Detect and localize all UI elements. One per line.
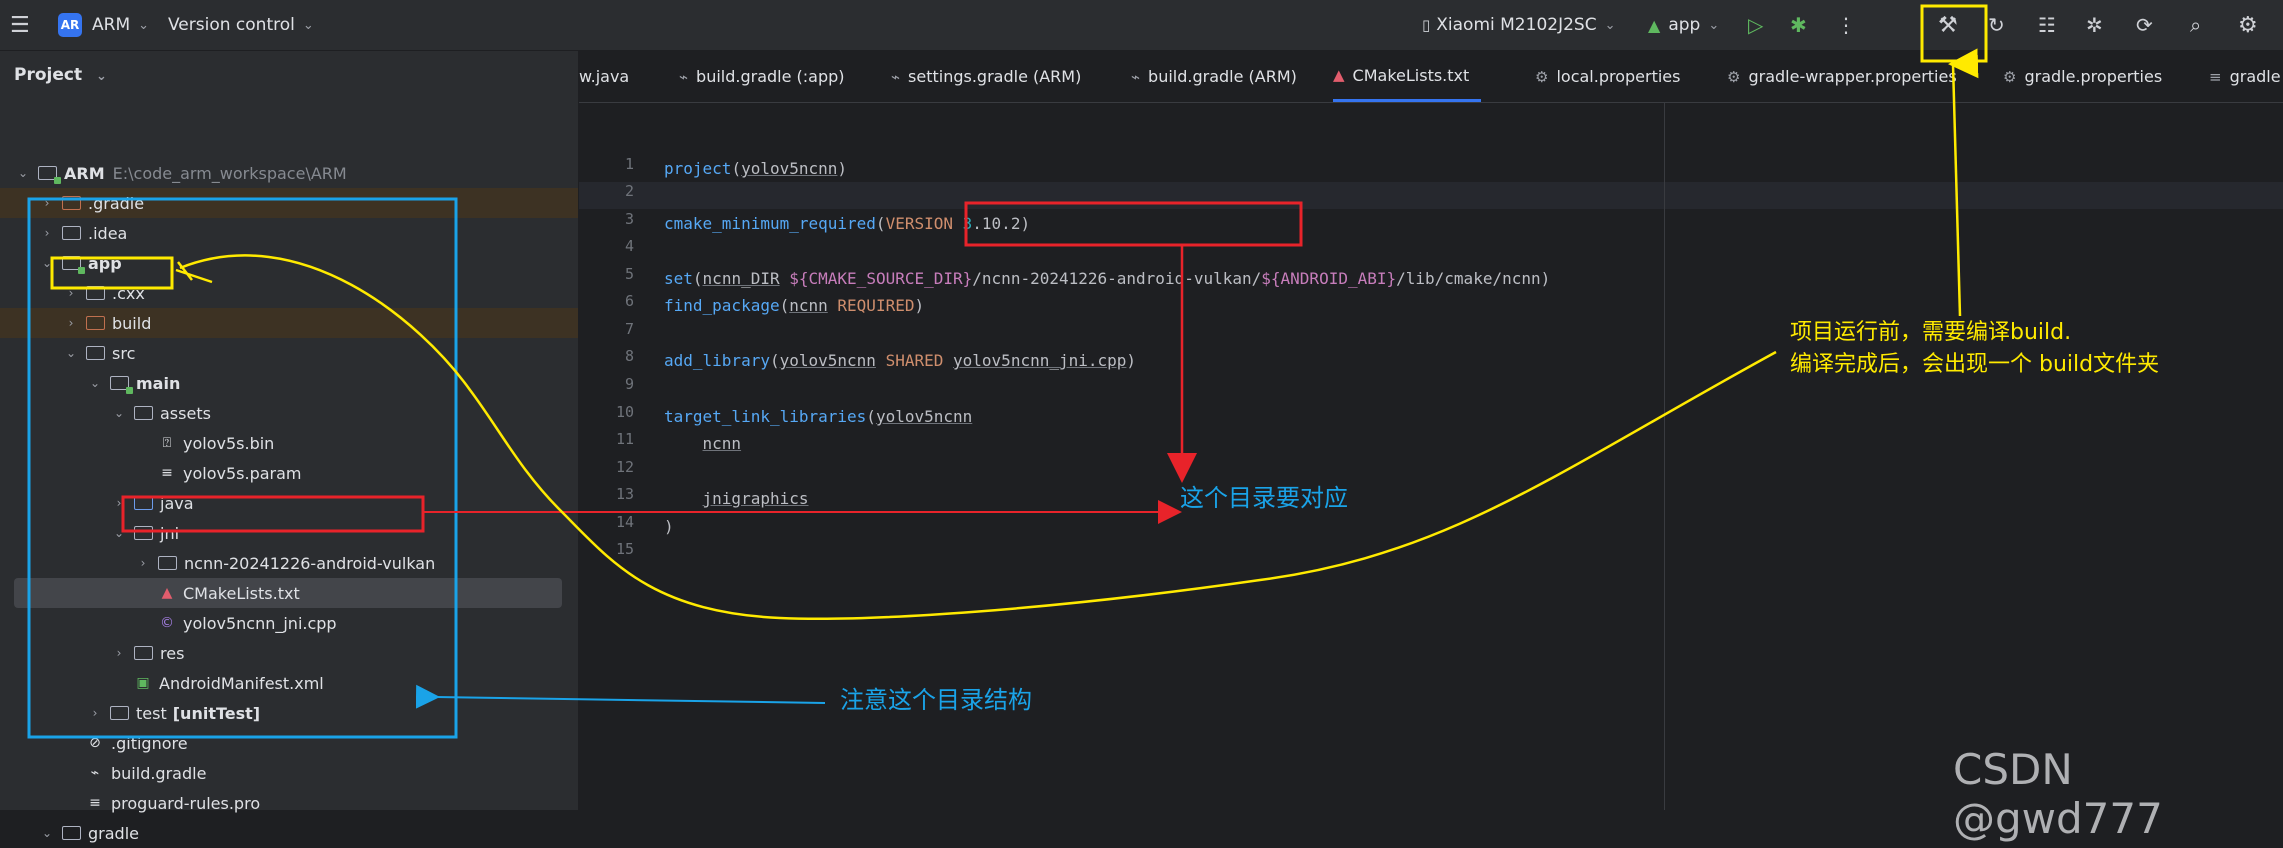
build-button-highlight-box bbox=[1920, 4, 1988, 63]
ncnn-folder-highlight-box bbox=[121, 495, 425, 533]
structure-highlight-box bbox=[27, 197, 458, 739]
annotation-dir-match: 这个目录要对应 bbox=[1180, 484, 1348, 512]
annotation-build-note-2: 编译完成后，会出现一个 build文件夹 bbox=[1790, 352, 2160, 377]
folder-icon bbox=[62, 826, 81, 840]
ncnn-path-highlight-box bbox=[964, 201, 1303, 247]
annotation-overlay bbox=[27, 4, 1988, 739]
chevron-down-icon[interactable]: ⌄ bbox=[38, 826, 56, 840]
annotation-structure-note: 注意这个目录结构 bbox=[840, 686, 1032, 714]
annotation-build-note-1: 项目运行前，需要编译build. bbox=[1790, 320, 2072, 345]
tree-row-label: gradle bbox=[88, 823, 139, 843]
build-folder-highlight-box bbox=[50, 256, 174, 290]
csdn-watermark: CSDN @gwd777 bbox=[1953, 745, 2163, 843]
tree-row-gradle[interactable]: ⌄ gradle bbox=[0, 818, 578, 848]
